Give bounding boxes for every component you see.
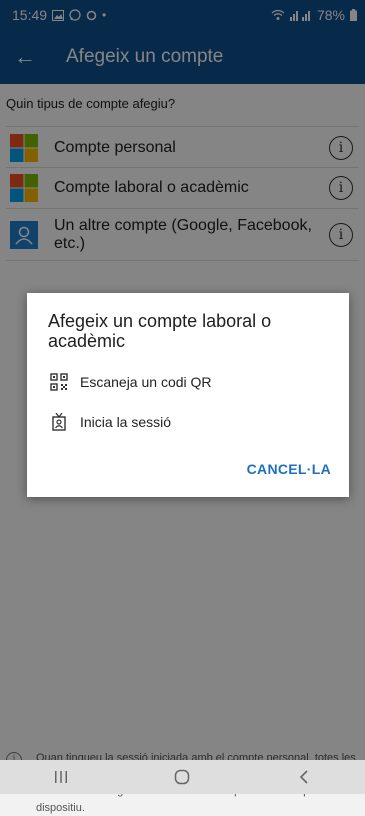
recent-apps-button[interactable]	[46, 767, 76, 787]
sign-in-option[interactable]: Inicia la sessió	[50, 413, 171, 431]
dialog-title: Afegeix un compte laboral o acadèmic	[48, 311, 272, 351]
back-button[interactable]	[289, 767, 319, 787]
qr-code-icon	[50, 373, 68, 391]
scan-qr-option[interactable]: Escaneja un codi QR	[50, 373, 212, 391]
recent-apps-icon	[54, 771, 67, 783]
scan-qr-label: Escaneja un codi QR	[80, 374, 212, 390]
add-work-account-dialog: Afegeix un compte laboral o acadèmic Esc…	[27, 293, 349, 497]
system-nav-bar	[0, 760, 365, 794]
back-chevron-icon	[300, 770, 308, 784]
home-icon	[175, 769, 190, 785]
badge-icon	[52, 413, 66, 431]
sign-in-label: Inicia la sessió	[80, 414, 172, 430]
cancel-button[interactable]: CANCEL·LA	[247, 461, 331, 477]
home-button[interactable]	[167, 767, 197, 787]
